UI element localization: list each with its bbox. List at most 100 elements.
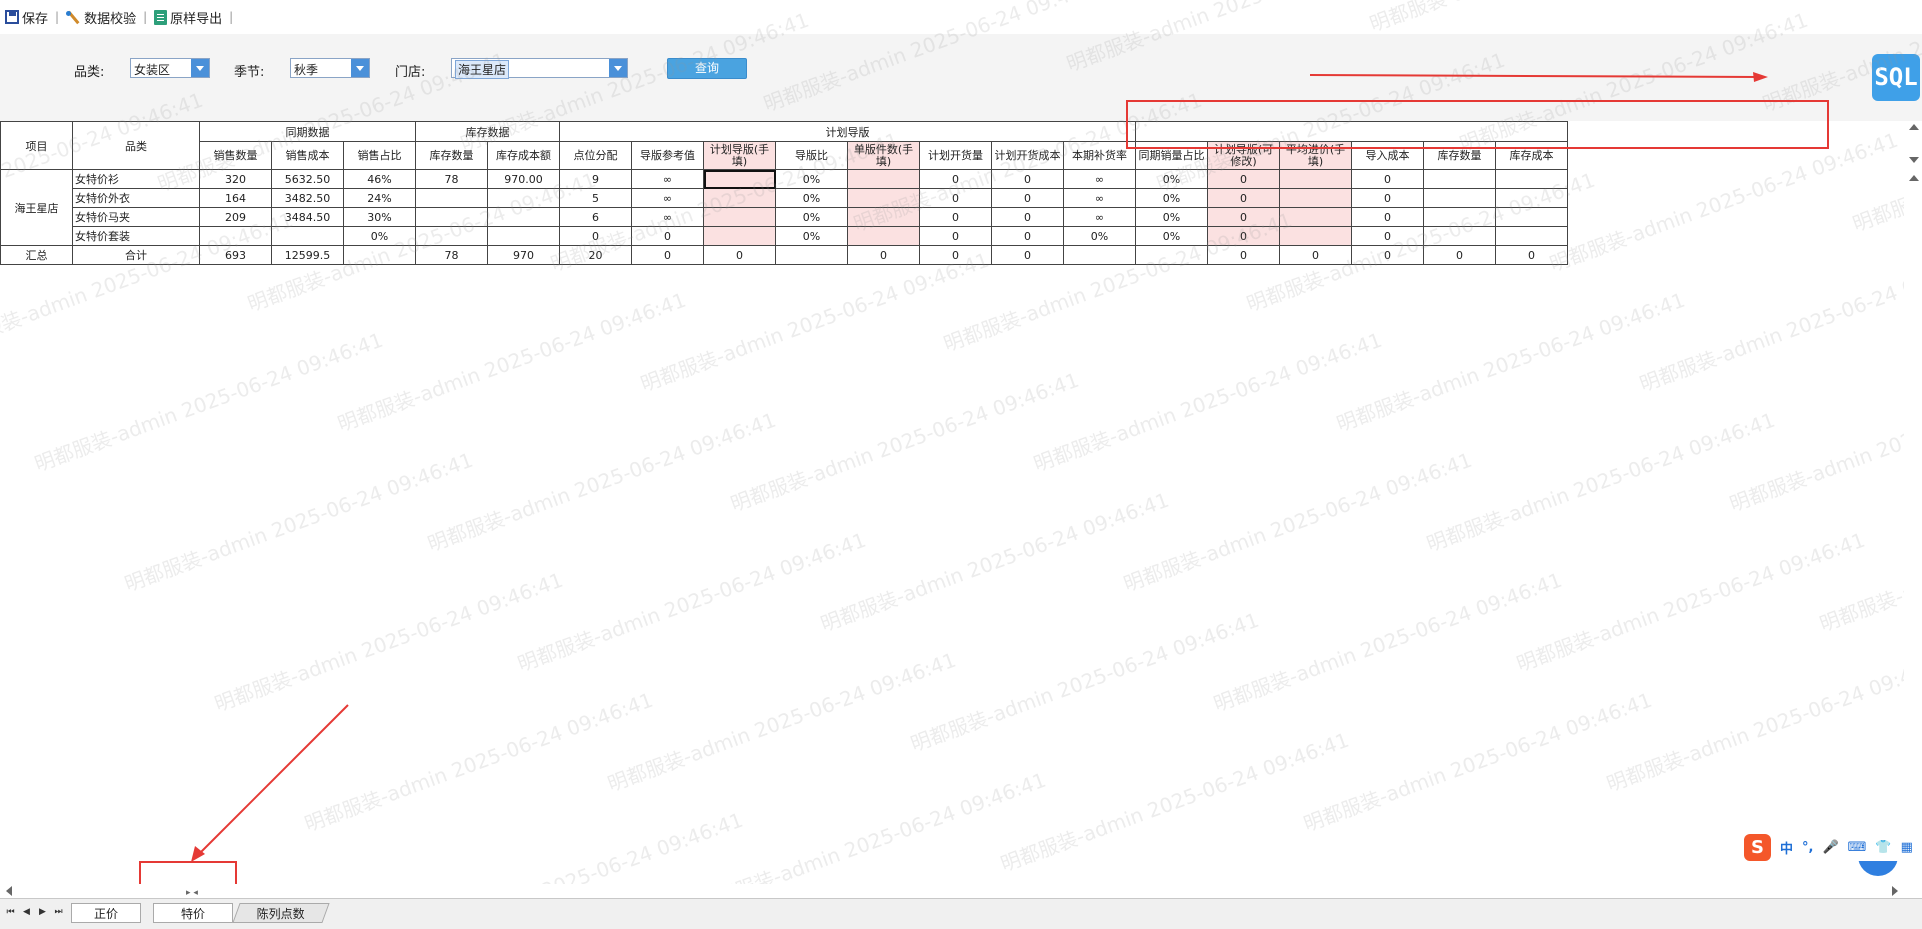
table-cell[interactable] [847, 188, 920, 208]
total-cell [1135, 245, 1208, 265]
tab-split-icon[interactable]: ▸ ◂ [186, 888, 198, 898]
table-cell: 5632.50 [271, 169, 344, 189]
category-cell: 女特价衫 [72, 169, 200, 189]
report-table: 项目 品类 同期数据 库存数据 计划导版 销售数量 销售成本 销售占比 库存数量 库存成… [0, 121, 1640, 265]
next-sheet-icon[interactable]: ▶ [36, 906, 49, 919]
tab-special-price[interactable]: 特价 [153, 903, 233, 923]
sogou-icon[interactable]: S [1744, 833, 1771, 861]
table-cell: 0 [919, 169, 992, 189]
tab-regular-price[interactable]: 正价 [71, 903, 141, 923]
watermark-text: 明都服装-admin 2025-06-24 09:46:41 [1300, 687, 1656, 837]
table-cell: 6 [559, 207, 632, 227]
season-select[interactable]: 秋季 [290, 58, 370, 78]
column-header: 导版比 [775, 141, 848, 170]
table-cell: 78 [415, 169, 488, 189]
total-cell: 20 [559, 245, 632, 265]
table-cell[interactable] [1279, 188, 1352, 208]
watermark-text: 明都服装-admin 2025-06-24 09:46:41 [817, 487, 1173, 637]
column-header: 本期补货率 [1063, 141, 1136, 170]
store-cell: 海王星店 [0, 169, 73, 246]
query-button[interactable]: 查询 [667, 58, 747, 79]
table-row: 海王星店 女特价衫 320 5632.50 46% 78 970.00 9 ∞ 0% 0 0 ∞ 0% 0 0 [0, 169, 1640, 246]
first-sheet-icon[interactable]: ⏮ [4, 906, 17, 919]
scroll-up-icon[interactable] [1909, 124, 1919, 130]
table-cell: 0 [919, 226, 992, 246]
scroll-down-icon[interactable] [1909, 157, 1919, 163]
table-cell [487, 188, 560, 208]
validate-label: 数据校验 [84, 11, 137, 27]
watermark-text: 明都服装-admin 2025-06-24 09:46:41 [1513, 527, 1869, 677]
table-cell[interactable]: 0 [1207, 169, 1280, 189]
total-cell: 0 [1351, 245, 1424, 265]
table-cell[interactable] [1279, 169, 1352, 189]
table-cell: 24% [343, 188, 416, 208]
tab-display-points[interactable]: 陈列点数 [232, 903, 330, 923]
microphone-icon[interactable]: 🎤 [1822, 840, 1838, 855]
table-cell: 320 [199, 169, 272, 189]
table-cell[interactable] [847, 207, 920, 227]
total-cell: 0 [919, 245, 992, 265]
save-icon [5, 10, 19, 24]
export-button[interactable]: 原样导出 [151, 8, 225, 27]
validate-button[interactable]: 数据校验 [63, 8, 139, 27]
watermark-text: 明都服装-admin 2025-06-24 09:46:41 [1120, 447, 1476, 597]
export-icon [154, 9, 168, 25]
sql-button[interactable]: SQL [1872, 54, 1920, 101]
total-cell: 0 [847, 245, 920, 265]
table-cell[interactable] [1279, 226, 1352, 246]
watermark-text: 明都服装-admin 2025-06-24 09:46:41 [121, 447, 477, 597]
table-cell: 0% [775, 188, 848, 208]
grid-icon[interactable]: ▦ [1901, 840, 1913, 855]
table-cell[interactable] [703, 188, 776, 208]
scroll-left-icon[interactable] [6, 886, 12, 896]
header-item: 项目 [0, 121, 73, 170]
total-cell: 0 [703, 245, 776, 265]
annotation-arrow-bottom [197, 704, 349, 856]
vertical-scrollbar[interactable] [1904, 121, 1922, 891]
table-cell: 0 [919, 207, 992, 227]
watermark-text: 明都服装-admin 2025-06-24 09:46:41 [1030, 327, 1386, 477]
chevron-down-icon[interactable] [609, 59, 627, 77]
table-cell: 3484.50 [271, 207, 344, 227]
column-header: 销售占比 [343, 141, 416, 170]
table-cell[interactable]: 0 [1207, 188, 1280, 208]
table-cell[interactable]: 0 [1207, 226, 1280, 246]
watermark-text: 明都服装-admin 2025-06-24 09:46:41 [1636, 248, 1922, 397]
scroll-up-icon[interactable] [1909, 175, 1919, 181]
table-cell[interactable] [703, 226, 776, 246]
column-header: 库存数量 [1423, 141, 1496, 170]
total-row: 汇总 合计 693 12599.5 78 970 20 0 0 0 0 0 0 0 0 0 0 [0, 245, 1640, 265]
table-cell: 0 [991, 169, 1064, 189]
export-label: 原样导出 [170, 11, 223, 27]
save-button[interactable]: 保存 [2, 8, 51, 27]
horizontal-scrollbar[interactable] [0, 884, 1904, 898]
chevron-down-icon[interactable] [191, 59, 209, 77]
report-window: { "toolbar": { "save": "保存", "validate":… [0, 0, 1922, 929]
table-cell: 0% [1135, 169, 1208, 189]
table-cell: 0% [1135, 207, 1208, 227]
ime-toolbar[interactable]: S 中 °, 🎤 ⌨ 👕 ▦ [1744, 833, 1920, 861]
table-cell[interactable] [703, 169, 776, 189]
last-sheet-icon[interactable]: ⏭ [52, 906, 65, 919]
store-select[interactable]: 海王星店 [451, 58, 628, 79]
table-cell: 0% [775, 169, 848, 189]
table-cell: 9 [559, 169, 632, 189]
ime-punct[interactable]: °, [1802, 840, 1813, 855]
save-label: 保存 [22, 11, 49, 27]
prev-sheet-icon[interactable]: ◀ [20, 906, 33, 919]
table-cell[interactable] [847, 226, 920, 246]
chevron-down-icon[interactable] [351, 59, 369, 77]
table-cell: 0% [1135, 188, 1208, 208]
scroll-right-icon[interactable] [1892, 886, 1898, 896]
keyboard-icon[interactable]: ⌨ [1848, 840, 1867, 855]
ime-lang[interactable]: 中 [1780, 838, 1793, 857]
table-cell: 0% [343, 226, 416, 246]
season-label: 季节: [234, 65, 265, 80]
table-cell[interactable] [847, 169, 920, 189]
category-select[interactable]: 女装区 [130, 58, 210, 78]
table-cell[interactable] [703, 207, 776, 227]
table-cell[interactable]: 0 [1207, 207, 1280, 227]
table-cell[interactable] [1279, 207, 1352, 227]
skin-icon[interactable]: 👕 [1875, 840, 1891, 855]
watermark-text: 明都服装-admin 2025-06-24 09:46:41 [1726, 368, 1922, 517]
